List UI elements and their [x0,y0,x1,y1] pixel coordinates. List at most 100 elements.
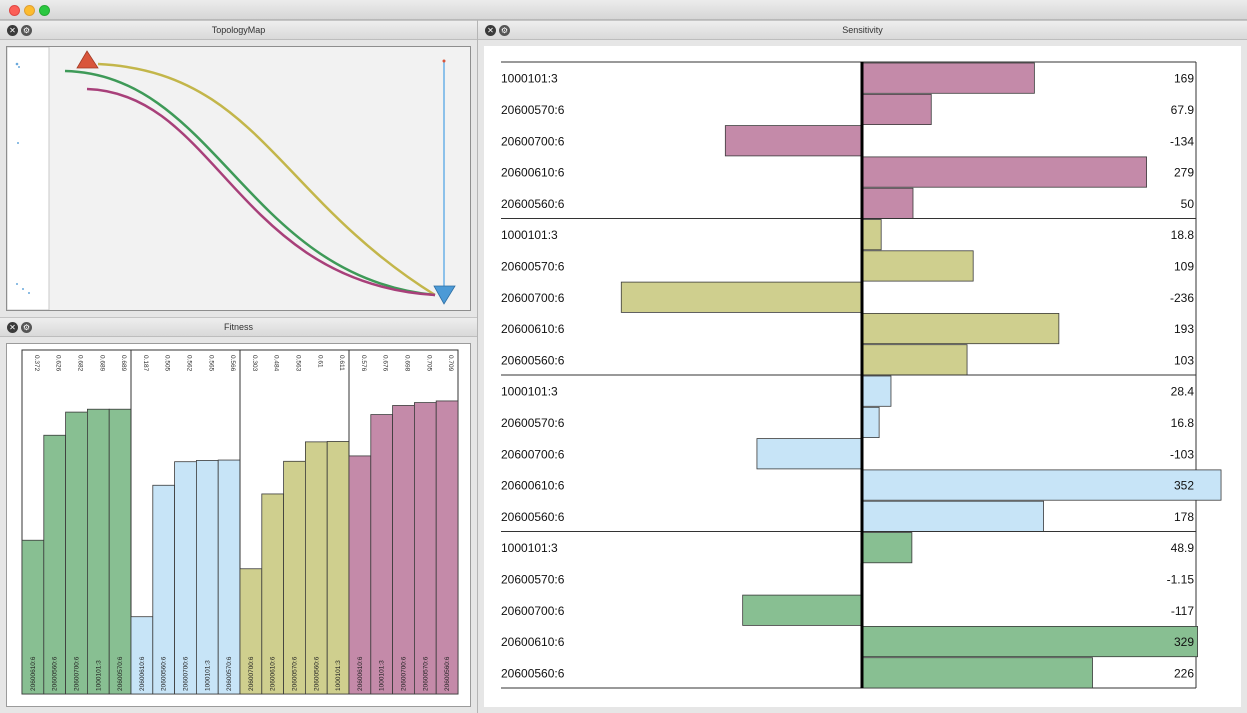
fitness-value-label: 0.676 [382,355,389,372]
fitness-value-label: 0.562 [186,355,193,372]
sensitivity-bar[interactable] [742,594,863,626]
sensitivity-bar[interactable] [861,312,1060,345]
sensitivity-row-label: 1000101:3 [501,385,558,399]
fitness-bar[interactable] [65,411,88,695]
sensitivity-header: ✕ ⚙ Sensitivity [478,20,1247,40]
sensitivity-row-label: 20600700:6 [501,134,565,148]
curve-pink[interactable] [86,87,436,297]
fitness-bar-label: 20600610:6 [30,656,37,691]
window-minimize-button[interactable] [24,5,35,16]
sensitivity-bar[interactable] [861,500,1044,532]
panel-title: TopologyMap [211,25,266,35]
fitness-bar[interactable] [108,408,132,695]
fitness-bar-label: 1000101:3 [379,660,386,691]
fitness-value-label: 0.505 [164,355,171,372]
sensitivity-bar[interactable] [861,344,968,376]
sensitivity-bar[interactable] [861,626,1198,658]
fitness-bar[interactable] [370,414,393,695]
fitness-bar[interactable] [413,402,437,695]
fitness-header: ✕ ⚙ Fitness [0,317,477,337]
fitness-value-label: 0.611 [338,355,345,371]
fitness-value-label: 0.682 [77,355,84,372]
fitness-value-label: 0.484 [273,355,280,372]
curve-olive[interactable] [97,62,436,297]
sensitivity-value-label: 178 [1174,510,1194,524]
fitness-bar[interactable] [195,460,219,695]
fitness-bar-label: 20600560:6 [313,656,320,691]
sensitivity-row-label: 20600570:6 [501,416,565,430]
end-triangle-marker[interactable] [433,285,456,305]
fitness-value-label: 0.576 [360,355,367,372]
sensitivity-value-label: 18.8 [1171,228,1195,242]
sensitivity-row-label: 1000101:3 [501,228,558,242]
sensitivity-row-label: 20600570:6 [501,259,565,273]
start-triangle-marker[interactable] [76,50,99,69]
fitness-bar[interactable] [435,400,459,695]
sensitivity-row-label: 20600570:6 [501,572,565,586]
sensitivity-bar[interactable] [861,62,1035,94]
sensitivity-value-label: 50 [1181,197,1195,211]
sensitivity-chart-area: 1000101:3 169 20600570:6 67.9 20600700:6 -134… [484,46,1241,707]
sensitivity-bar[interactable] [861,250,974,282]
topology-map-view[interactable] [6,46,471,311]
sensitivity-value-label: 16.8 [1171,416,1195,430]
sensitivity-value-label: -103 [1170,447,1194,461]
minimap-point [15,62,19,66]
topology-map-header: ✕ ⚙ TopologyMap [0,20,477,40]
curve-green[interactable] [64,69,436,297]
sensitivity-bar[interactable] [861,532,913,564]
sensitivity-bar[interactable] [861,187,914,219]
sensitivity-chart: 1000101:3 169 20600570:6 67.9 20600700:6 -134… [501,61,1222,689]
fitness-bar[interactable] [326,441,350,695]
fitness-value-label: 0.61 [316,355,323,368]
fitness-value-label: 0.709 [447,355,454,372]
fitness-value-label: 0.372 [33,355,40,372]
sensitivity-value-label: 329 [1174,635,1194,649]
sensitivity-bar[interactable] [724,125,863,157]
sensitivity-row-label: 20600700:6 [501,291,565,305]
fitness-bar[interactable] [43,434,66,695]
minimap-point [28,292,30,294]
fitness-bar[interactable] [304,441,328,695]
sensitivity-bar[interactable] [861,406,880,438]
fitness-bar[interactable] [392,405,415,695]
sensitivity-row-label: 1000101:3 [501,72,558,86]
minimap-point [17,142,19,144]
sensitivity-value-label: -236 [1170,291,1194,305]
fitness-chart: 0.372 20600610:6 0.626 20600560:6 0.682 20600… [21,349,459,695]
sensitivity-value-label: 103 [1174,353,1194,367]
fitness-bar-label: 20600570:6 [292,656,299,691]
fitness-bar-label: 20600700:6 [183,656,190,691]
sensitivity-bar[interactable] [861,219,882,251]
window-close-button[interactable] [9,5,20,16]
sensitivity-bar[interactable] [756,438,863,470]
sensitivity-bar[interactable] [861,657,1093,689]
fitness-value-label: 0.626 [55,355,62,372]
fitness-bar-label: 1000101:3 [204,660,211,691]
sensitivity-row-label: 20600560:6 [501,197,565,211]
sensitivity-row-label: 20600610:6 [501,166,565,180]
fitness-bar[interactable] [87,408,110,695]
sensitivity-value-label: 226 [1174,666,1194,680]
window-zoom-button[interactable] [39,5,50,16]
sensitivity-row-label: 20600700:6 [501,447,565,461]
sensitivity-value-label: -134 [1170,134,1194,148]
sensitivity-value-label: 28.4 [1171,385,1195,399]
sensitivity-bar[interactable] [861,469,1222,501]
sensitivity-bar[interactable] [861,375,892,407]
topology-map-canvas [7,47,456,310]
sensitivity-bar[interactable] [861,93,932,125]
sensitivity-bar[interactable] [861,156,1147,188]
fitness-bar-label: 1000101:3 [95,660,102,691]
fitness-bar-label: 20600560:6 [161,656,168,691]
fitness-value-label: 0.566 [229,355,236,372]
sensitivity-value-label: 109 [1174,259,1194,273]
minimap-point [18,66,20,68]
fitness-value-label: 0.303 [251,355,258,372]
window-titlebar [0,0,1247,20]
sensitivity-value-label: 169 [1174,72,1194,86]
topology-minimap[interactable] [7,47,50,310]
sensitivity-bar[interactable] [620,281,863,313]
sensitivity-value-label: 67.9 [1171,103,1195,117]
fitness-value-label: 0.705 [425,355,432,372]
